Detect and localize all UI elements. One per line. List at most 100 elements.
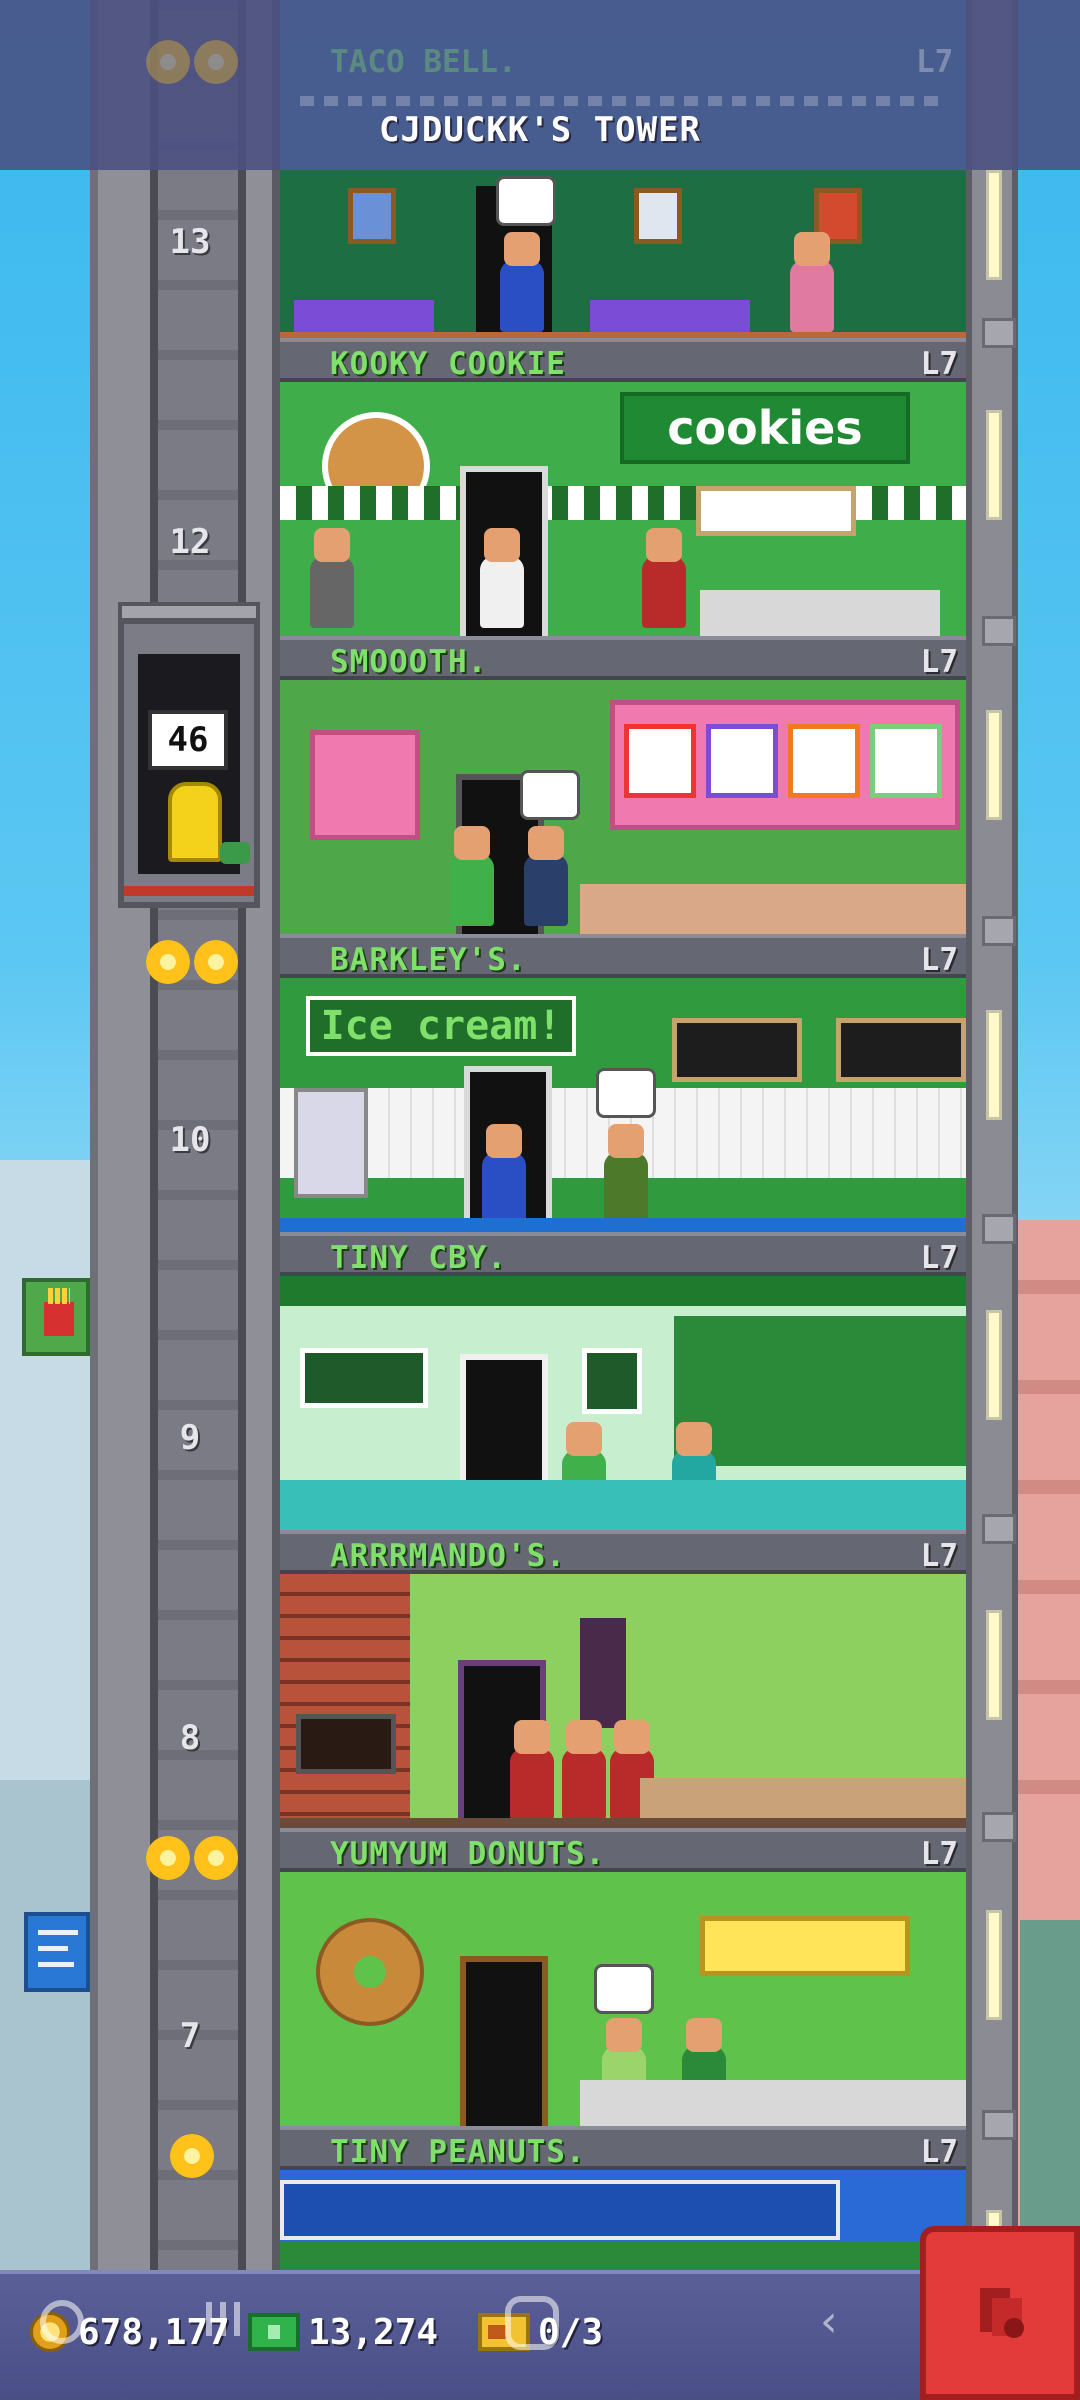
- floor-number: 7: [179, 2016, 201, 2056]
- background-stripe: [1010, 1580, 1080, 1594]
- menu-board: [582, 1348, 642, 1414]
- tower-window: [986, 170, 1002, 280]
- ice-cream-sign: Ice cream!: [306, 996, 576, 1056]
- floor-room-tiny-cby[interactable]: [280, 1276, 966, 1530]
- order-bubble[interactable]: [520, 770, 580, 820]
- floor-name: KOOKY COOKIE: [330, 346, 566, 382]
- floor-name: SMOOOTH.: [330, 644, 488, 680]
- tower-right-column: [966, 0, 1018, 2270]
- customer[interactable]: [524, 826, 568, 926]
- menu-board: [696, 486, 856, 536]
- floor-number: 9: [179, 1418, 201, 1458]
- gear-icon[interactable]: [40, 2300, 84, 2344]
- partial-floor-name: TACO BELL.: [330, 44, 517, 80]
- shaft-rail: [238, 0, 246, 2270]
- order-bubble[interactable]: [596, 1068, 656, 1118]
- worker[interactable]: [790, 232, 834, 332]
- elevator-pet: [220, 842, 250, 864]
- menu-board: [706, 724, 778, 798]
- menu-board: [788, 724, 860, 798]
- shop-door: [460, 1956, 548, 2126]
- tower-bracket: [982, 1514, 1016, 1544]
- tower-bracket: [982, 616, 1016, 646]
- floor-number: 8: [179, 1718, 201, 1758]
- aquarium-window: [280, 2180, 840, 2240]
- floor-label-tiny-cby[interactable]: TINY CBY. L7: [280, 1232, 966, 1276]
- floor-level: L7: [920, 346, 958, 382]
- back-nav-button[interactable]: ‹: [820, 2296, 860, 2356]
- star-icon: [146, 40, 190, 84]
- tower-bracket: [982, 318, 1016, 348]
- donut-sign: [316, 1918, 424, 2026]
- elevator-rider: [168, 782, 222, 862]
- billboard-line: [38, 1946, 68, 1951]
- background-stripe: [1010, 1680, 1080, 1694]
- customer[interactable]: [450, 826, 494, 926]
- pirate-customer[interactable]: [562, 1720, 606, 1820]
- background-stripe: [1010, 1480, 1080, 1494]
- bunny-customer[interactable]: [480, 528, 524, 628]
- wall-picture: [634, 188, 682, 244]
- bux-counter[interactable]: 13,274: [248, 2302, 438, 2362]
- floor-label-smoooth[interactable]: SMOOOTH. L7: [280, 636, 966, 680]
- floor-name: ARRRMANDO'S.: [330, 1538, 566, 1574]
- build-button[interactable]: [920, 2226, 1080, 2400]
- floor-room-tiny-peanuts[interactable]: [280, 2170, 966, 2270]
- floor-level: L7: [920, 1836, 958, 1872]
- partial-floor-level: L7: [916, 44, 954, 80]
- billboard-line: [38, 1962, 74, 1967]
- floor-number: 12: [169, 522, 211, 562]
- floor-room-barkleys[interactable]: Ice cream!: [280, 978, 966, 1232]
- tower-bracket: [982, 2110, 1016, 2140]
- floor-room-arrrmandos[interactable]: [280, 1574, 966, 1828]
- customer[interactable]: [500, 232, 544, 332]
- elevator-top: [118, 602, 260, 622]
- floor-label-tiny-peanuts[interactable]: TINY PEANUTS. L7: [280, 2126, 966, 2170]
- tower-window: [986, 710, 1002, 820]
- menu-board: [836, 1018, 966, 1082]
- background-stripe: [1010, 1280, 1080, 1294]
- jar-shelf: [674, 1316, 966, 1466]
- elevator-car[interactable]: 46: [118, 602, 260, 908]
- background-stripe: [1010, 1380, 1080, 1394]
- floor-room-taco-bell[interactable]: [280, 170, 966, 340]
- recents-nav-button[interactable]: [206, 2296, 266, 2356]
- floor-level: L7: [920, 1538, 958, 1574]
- floor-label-kooky-cookie[interactable]: KOOKY COOKIE L7: [280, 338, 966, 382]
- floor-room-kooky-cookie[interactable]: cookies: [280, 382, 966, 636]
- menu-board: [672, 1018, 802, 1082]
- worker[interactable]: [604, 1124, 648, 1224]
- star-icon: [170, 2134, 214, 2178]
- floor-label-arrrmandos[interactable]: ARRRMANDO'S. L7: [280, 1530, 966, 1574]
- floor-room-smoooth[interactable]: [280, 680, 966, 934]
- tower-bracket: [982, 1214, 1016, 1244]
- floor-label-barkleys[interactable]: BARKLEY'S. L7: [280, 934, 966, 978]
- home-nav-button[interactable]: [505, 2296, 559, 2350]
- order-bubble[interactable]: [594, 1964, 654, 2014]
- counter: [280, 1480, 966, 1530]
- display-counter: [580, 2080, 966, 2126]
- tower-bracket: [982, 916, 1016, 946]
- worker[interactable]: [310, 528, 354, 628]
- background-stripe: [1010, 1780, 1080, 1794]
- green-stripe: [280, 1276, 966, 1306]
- menu-board: [870, 724, 942, 798]
- bux-value: 13,274: [308, 2311, 439, 2353]
- display-counter: [700, 590, 940, 636]
- build-icon: [980, 2288, 1024, 2338]
- order-bubble[interactable]: [496, 176, 556, 226]
- floor-number: 10: [169, 1120, 211, 1160]
- oven: [296, 1714, 396, 1774]
- fries-icon: [44, 1288, 74, 1336]
- freezer: [294, 1088, 368, 1198]
- title-pattern: [300, 96, 940, 106]
- tower-window: [986, 1310, 1002, 1420]
- floor-label-yumyum-donuts[interactable]: YUMYUM DONUTS. L7: [280, 1828, 966, 1872]
- juice-counter: [580, 884, 966, 934]
- pirate-customer[interactable]: [642, 528, 686, 628]
- pirate-customer[interactable]: [510, 1720, 554, 1820]
- blue-billboard: [24, 1912, 90, 1992]
- customer[interactable]: [482, 1124, 526, 1224]
- floor-room-yumyum-donuts[interactable]: [280, 1872, 966, 2126]
- elevator-floor: [124, 886, 254, 896]
